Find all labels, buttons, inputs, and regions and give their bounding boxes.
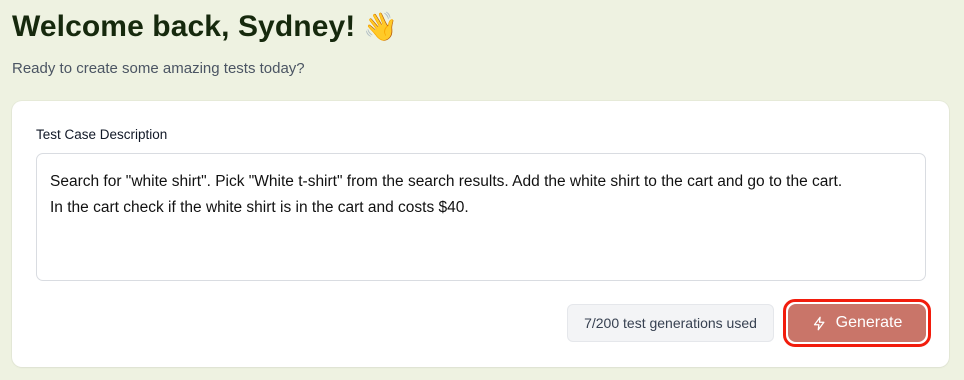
usage-badge: 7/200 test generations used (567, 304, 774, 342)
generate-button-highlight: Generate (783, 299, 931, 347)
page-title: Welcome back, Sydney! (12, 10, 356, 43)
page-subtitle: Ready to create some amazing tests today… (12, 60, 305, 77)
test-case-description-input[interactable]: Search for "white shirt". Pick "White t-… (36, 153, 926, 281)
waving-hand-icon: 👋 (363, 10, 399, 43)
welcome-header: Welcome back, Sydney! 👋 (12, 8, 964, 46)
test-case-description-label: Test Case Description (36, 127, 168, 142)
generate-button-label: Generate (835, 314, 903, 331)
lightning-bolt-icon (813, 316, 825, 330)
dashboard-page: Welcome back, Sydney! 👋 Ready to create … (0, 0, 964, 380)
test-case-card: Test Case Description Search for "white … (12, 101, 949, 367)
generate-button[interactable]: Generate (788, 304, 926, 342)
